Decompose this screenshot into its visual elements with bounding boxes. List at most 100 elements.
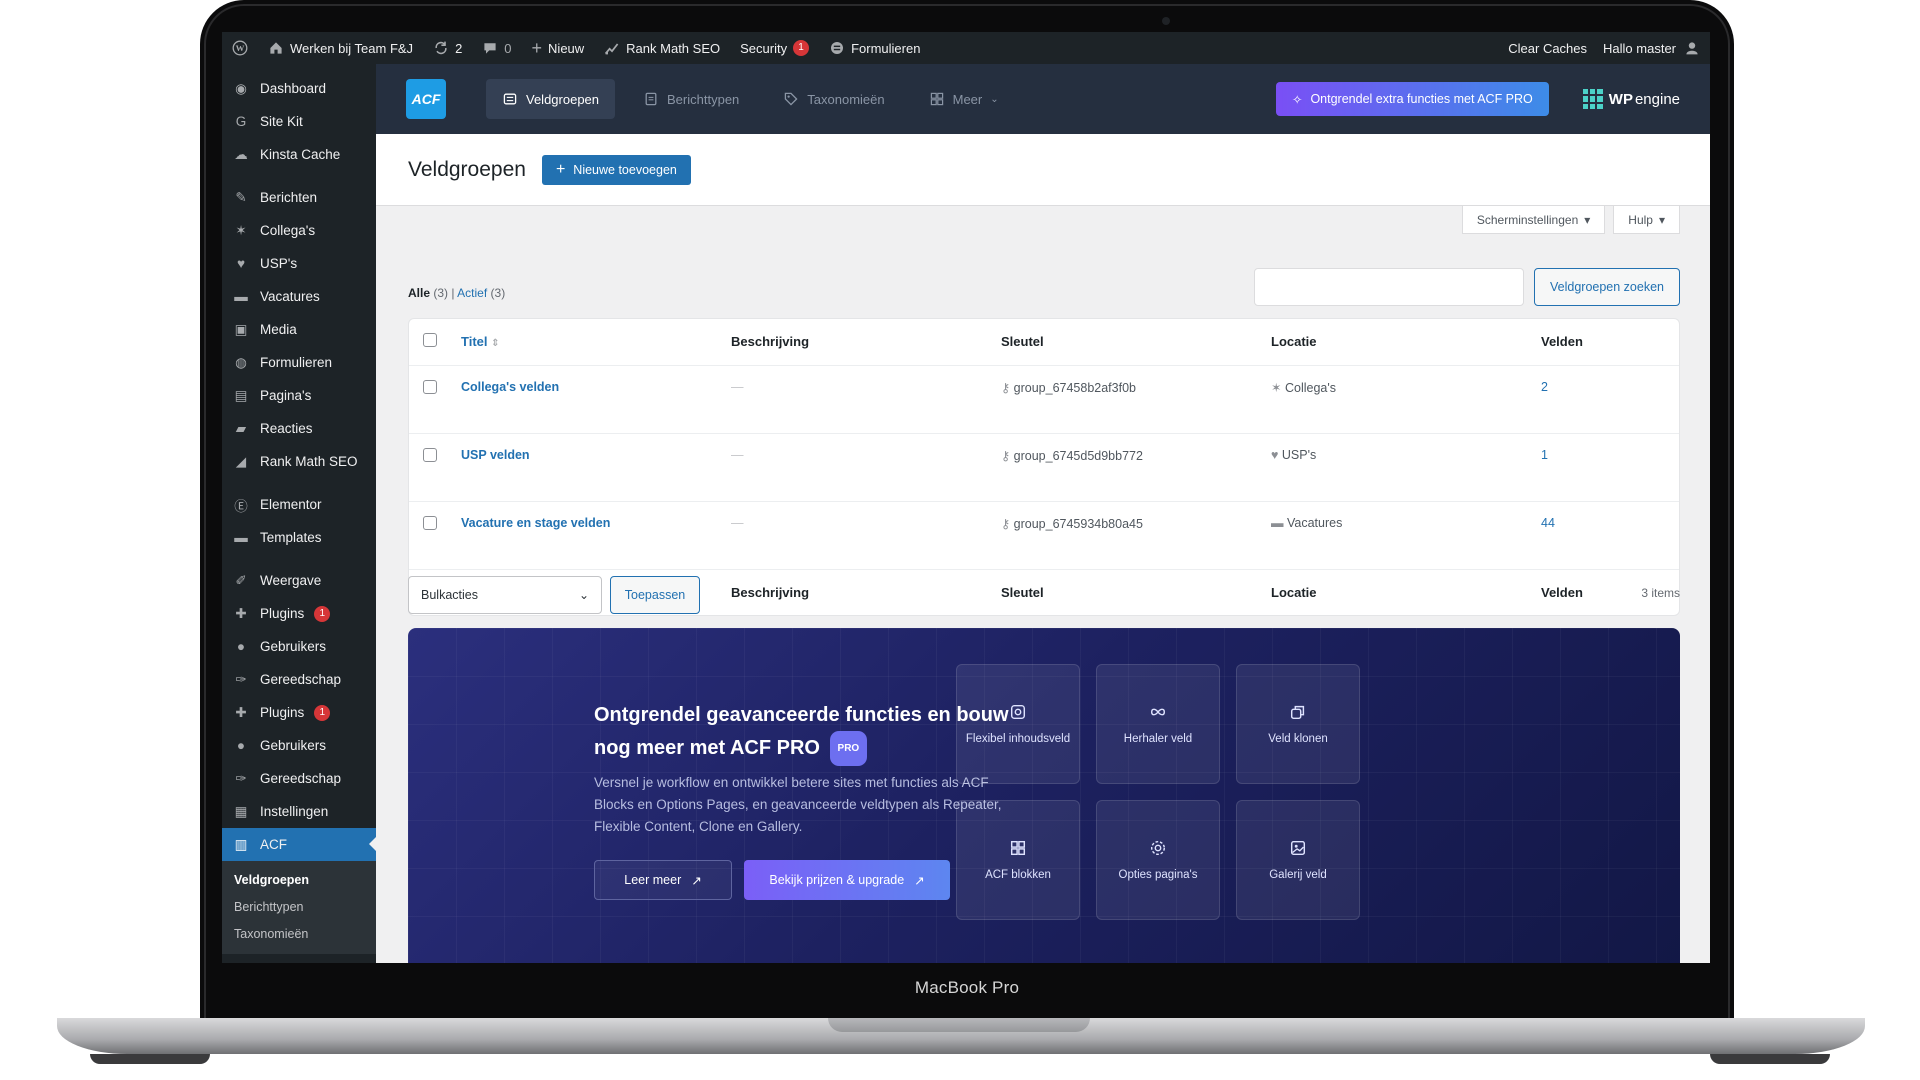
refresh-icon: [435, 41, 447, 55]
cloud-icon: ☁: [234, 146, 248, 162]
rank-math-link[interactable]: Rank Math SEO: [604, 40, 720, 56]
column-fields: Velden: [1541, 334, 1583, 350]
submenu-veldgroepen[interactable]: Veldgroepen: [222, 867, 376, 894]
acf-pro-upgrade-button[interactable]: ✧ Ontgrendel extra functies met ACF PRO: [1275, 82, 1549, 116]
field-count-link[interactable]: 2: [1541, 380, 1548, 394]
sidebar-item-elementor[interactable]: Ⓔ Elementor: [222, 488, 376, 521]
google-icon: G: [235, 114, 247, 129]
field-group-location: USP's: [1281, 447, 1317, 462]
items-count: 3 items: [1641, 586, 1680, 600]
feature-options-pages[interactable]: Opties pagina's: [1096, 800, 1220, 920]
acf-logo[interactable]: ACF: [406, 79, 446, 119]
sidebar-item-gereedschap[interactable]: ✑ Gereedschap: [222, 762, 376, 795]
sidebar-item-plugins[interactable]: ✚ Plugins 1: [222, 597, 376, 630]
sidebar-item-instellingen[interactable]: ▦ Instellingen: [222, 795, 376, 828]
forms-link[interactable]: Formulieren: [829, 40, 920, 56]
help-button[interactable]: Hulp ▾: [1613, 206, 1680, 234]
submenu-berichttypen[interactable]: Berichttypen: [222, 894, 376, 921]
feature-blocks[interactable]: ACF blokken: [956, 800, 1080, 920]
laptop-foot-left: [90, 1054, 210, 1064]
tab-taxonomieen[interactable]: Taxonomieën: [767, 79, 900, 119]
comment-icon: [484, 43, 496, 54]
sidebar-item-acf[interactable]: ▥ ACF: [222, 828, 377, 861]
row-checkbox[interactable]: [423, 515, 437, 530]
tab-veldgroepen[interactable]: Veldgroepen: [486, 79, 616, 119]
sidebar-item-media[interactable]: ▣ Media: [222, 313, 376, 346]
sort-icon: ⇕: [491, 338, 500, 350]
sidebar-item-usp-s[interactable]: ♥ USP's: [222, 247, 376, 280]
acf-pro-promo-banner: Ontgrendel geavanceerde functies en bouw…: [408, 628, 1680, 963]
account-link[interactable]: Hallo master: [1603, 40, 1700, 56]
chevron-down-icon: ⌄: [990, 93, 999, 105]
filter-active[interactable]: Actief: [457, 286, 487, 300]
promo-title: Ontgrendel geavanceerde functies en bouw…: [594, 700, 1014, 766]
field-group-title-link[interactable]: Collega's velden: [461, 380, 559, 394]
new-content-link[interactable]: + Nieuw: [532, 39, 585, 57]
page-header: Veldgroepen + Nieuwe toevoegen: [376, 134, 1710, 206]
security-link[interactable]: Security 1: [740, 40, 810, 56]
feature-repeater[interactable]: Herhaler veld: [1096, 664, 1220, 784]
tab-berichttypen[interactable]: Berichttypen: [627, 79, 755, 119]
sidebar-item-pagina-s[interactable]: ▤ Pagina's: [222, 379, 376, 412]
laptop-foot-right: [1710, 1054, 1830, 1064]
sidebar-item-gereedschap[interactable]: ✑ Gereedschap: [222, 663, 376, 696]
feature-flexible-content[interactable]: Flexibel inhoudsveld: [956, 664, 1080, 784]
column-location: Locatie: [1271, 334, 1317, 350]
search-input[interactable]: [1254, 268, 1524, 306]
select-all-checkbox[interactable]: [423, 333, 437, 348]
star-icon: ✶: [1271, 380, 1282, 395]
tab-meer[interactable]: Meer ⌄: [913, 79, 1015, 119]
search-button[interactable]: Veldgroepen zoeken: [1534, 268, 1680, 306]
sidebar-item-gebruikers[interactable]: ● Gebruikers: [222, 630, 376, 663]
feature-clone[interactable]: Veld klonen: [1236, 664, 1360, 784]
filter-all[interactable]: Alle: [408, 286, 430, 300]
field-group-key: group_6745934b80a45: [1013, 516, 1143, 531]
apply-button[interactable]: Toepassen: [610, 576, 700, 614]
row-checkbox[interactable]: [423, 379, 437, 394]
sidebar-item-collega-s[interactable]: ✶ Collega's: [222, 214, 376, 247]
field-group-description: —: [731, 379, 744, 394]
table-row: USP velden — ⚷ group_6745d5d9bb772 ♥ USP's 1: [409, 432, 1679, 501]
field-group-title-link[interactable]: Vacature en stage velden: [461, 516, 610, 530]
table-row: Vacature en stage velden — ⚷ group_6745934…: [409, 500, 1679, 569]
sidebar-item-gebruikers[interactable]: ● Gebruikers: [222, 729, 376, 762]
sidebar-item-weergave[interactable]: ✐ Weergave: [222, 564, 376, 597]
acf-icon: ▥: [234, 836, 248, 852]
wordpress-logo-icon[interactable]: W: [232, 40, 248, 56]
learn-more-button[interactable]: Leer meer ↗: [594, 860, 732, 900]
sidebar-item-rank-math-seo[interactable]: ◢ Rank Math SEO: [222, 445, 376, 478]
sidebar-item-plugins[interactable]: ✚ Plugins 1: [222, 696, 376, 729]
sidebar-item-dashboard[interactable]: ◉ Dashboard: [222, 72, 376, 105]
sparkle-icon: ✧: [1291, 92, 1303, 107]
sidebar-item-vacatures[interactable]: ▬ Vacatures: [222, 280, 376, 313]
clear-caches-link[interactable]: Clear Caches: [1508, 41, 1587, 56]
sidebar-item-kinsta-cache[interactable]: ☁ Kinsta Cache: [222, 138, 376, 171]
updates-link[interactable]: 2: [433, 40, 462, 56]
field-count-link[interactable]: 44: [1541, 516, 1555, 530]
submenu-taxonomieen[interactable]: Taxonomieën: [222, 921, 376, 948]
external-link-icon: ↗: [914, 873, 925, 888]
camera: [1162, 17, 1170, 25]
pricing-upgrade-button[interactable]: Bekijk prijzen & upgrade ↗: [744, 860, 950, 900]
screen-options-button[interactable]: Scherminstellingen ▾: [1461, 206, 1606, 234]
wp-engine-engine-text: engine: [1634, 90, 1680, 108]
caret-down-icon: ▾: [1658, 212, 1665, 227]
site-name-link[interactable]: Werken bij Team F&J: [268, 40, 413, 56]
sidebar-item-formulieren[interactable]: ◍ Formulieren: [222, 346, 376, 379]
column-title[interactable]: Titel ⇕: [449, 319, 719, 365]
add-new-button[interactable]: + Nieuwe toevoegen: [541, 154, 691, 185]
field-count-link[interactable]: 1: [1541, 448, 1548, 462]
form-icon: [831, 42, 844, 54]
sidebar-item-site-kit[interactable]: G Site Kit: [222, 105, 376, 138]
chart-icon: ◢: [235, 453, 247, 469]
sidebar-item-templates[interactable]: ▬ Templates: [222, 521, 376, 554]
wp-engine-grid-icon: [1582, 89, 1603, 109]
field-group-title-link[interactable]: USP velden: [461, 448, 530, 462]
feature-gallery[interactable]: Galerij veld: [1236, 800, 1360, 920]
bulk-actions-select[interactable]: Bulkacties ⌄: [408, 576, 602, 614]
sidebar-item-reacties[interactable]: ▰ Reacties: [222, 412, 376, 445]
sidebar-item-berichten[interactable]: ✎ Berichten: [222, 181, 376, 214]
filter-active-count: (3): [490, 286, 506, 300]
row-checkbox[interactable]: [423, 447, 437, 462]
comments-link[interactable]: 0: [482, 40, 512, 56]
